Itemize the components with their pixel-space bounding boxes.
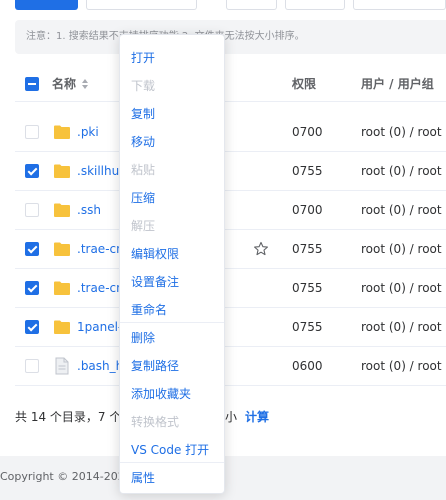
file-name-link[interactable]: .pki: [77, 113, 99, 152]
owner-cell[interactable]: root (0) / root (0): [361, 230, 446, 269]
folder-icon: [54, 281, 70, 295]
toolbar-button-3[interactable]: [285, 0, 345, 10]
file-name-link[interactable]: .trae-cn: [77, 269, 124, 308]
row-checkbox[interactable]: [25, 125, 39, 139]
table-row[interactable]: 1panel- 0755 root (0) / root (0): [15, 308, 446, 347]
column-name-header[interactable]: 名称: [52, 66, 76, 102]
menu-divider: [120, 322, 224, 323]
row-checkbox[interactable]: [25, 203, 39, 217]
table-row[interactable]: .trae-cn 0755 root (0) / root (0): [15, 269, 446, 308]
file-icon: [55, 357, 69, 375]
folder-icon: [54, 203, 70, 217]
context-menu-item[interactable]: 压缩: [120, 184, 224, 212]
folder-icon: [54, 320, 70, 334]
calculate-link[interactable]: 计算: [245, 408, 269, 426]
context-menu-item[interactable]: 添加收藏夹: [120, 380, 224, 408]
row-checkbox[interactable]: [25, 242, 39, 256]
context-menu-item: 解压: [131, 219, 156, 233]
table-row[interactable]: .pki 0700 root (0) / root (0): [15, 113, 446, 152]
copyright-footer: Copyright © 2014-2026: [0, 470, 132, 483]
table-row[interactable]: .bash_h 0600 root (0) / root (0): [15, 347, 446, 386]
menu-divider: [120, 462, 224, 463]
toolbar-button-4[interactable]: [353, 0, 446, 10]
permission-cell[interactable]: 0700: [292, 191, 323, 230]
context-menu-item: 粘贴: [131, 163, 156, 177]
table-header: 名称 权限 用户 / 用户组: [15, 66, 446, 102]
owner-cell[interactable]: root (0) / root (0): [361, 113, 446, 152]
context-menu-item[interactable]: 重命名: [120, 296, 224, 324]
table-row[interactable]: .skillhub0755root (0) / root (0): [15, 152, 446, 191]
column-permission-header: 权限: [292, 77, 317, 91]
context-menu: 打开下载复制 移动粘贴压缩解压编辑权限 设置备注 重命名 删除 复制路径 添加收藏夹转换格式…: [119, 34, 225, 494]
context-menu-item[interactable]: VS Code 打开: [120, 436, 224, 464]
context-menu-item[interactable]: 复制路径: [120, 352, 224, 380]
folder-icon: [54, 242, 70, 256]
favorite-star-icon[interactable]: [253, 241, 269, 257]
row-checkbox[interactable]: [25, 281, 39, 295]
sort-icon[interactable]: [81, 78, 89, 90]
context-menu-item[interactable]: 设置备注: [120, 268, 224, 296]
summary-size: 小: [225, 410, 238, 424]
permission-cell[interactable]: 0700: [292, 113, 323, 152]
select-all-checkbox[interactable]: [25, 77, 39, 91]
owner-cell[interactable]: root (0) / root (0): [361, 191, 446, 230]
context-menu-item[interactable]: 复制: [120, 100, 224, 128]
owner-cell[interactable]: root (0) / root (0): [361, 347, 446, 386]
table-row[interactable]: .trae-cn 0755 root (0) / root (0): [15, 230, 446, 269]
folder-icon: [54, 125, 70, 139]
permission-cell[interactable]: 0755: [292, 269, 323, 308]
summary-count: 共 14 个目录，7 个: [15, 410, 122, 424]
owner-cell[interactable]: root (0) / root (0): [361, 269, 446, 308]
permission-cell[interactable]: 0755: [292, 230, 323, 269]
file-name-link[interactable]: .bash_h: [77, 347, 123, 386]
owner-cell[interactable]: root (0) / root (0): [361, 152, 446, 191]
context-menu-item: 下载: [131, 79, 156, 93]
permission-cell[interactable]: 0600: [292, 347, 323, 386]
table-row[interactable]: .ssh 0700 root (0) / root (0): [15, 191, 446, 230]
row-checkbox[interactable]: [25, 359, 39, 373]
file-name-link[interactable]: .trae-cn: [77, 230, 124, 269]
toolbar-button-1[interactable]: [86, 0, 197, 10]
context-menu-item[interactable]: 移动: [120, 128, 224, 156]
row-checkbox[interactable]: [25, 164, 39, 178]
context-menu-item[interactable]: 删除: [120, 324, 224, 352]
file-name-link[interactable]: 1panel-: [77, 308, 122, 347]
notice-bar: 注意：1. 搜索结果不支持排序功能 2. 文件夹无法按大小排序。: [15, 20, 446, 54]
context-menu-item[interactable]: 打开: [120, 44, 224, 72]
row-checkbox[interactable]: [25, 320, 39, 334]
owner-cell[interactable]: root (0) / root (0): [361, 308, 446, 347]
toolbar-button-2[interactable]: [226, 0, 277, 10]
file-name-link[interactable]: .ssh: [77, 191, 101, 230]
context-menu-item[interactable]: 属性: [120, 464, 224, 492]
folder-icon: [54, 164, 70, 178]
context-menu-item: 转换格式: [131, 415, 180, 429]
column-owner-header: 用户 / 用户组: [361, 77, 434, 91]
context-menu-item[interactable]: 编辑权限: [120, 240, 224, 268]
toolbar-primary-button[interactable]: [15, 0, 78, 10]
permission-cell[interactable]: 0755: [292, 308, 323, 347]
permission-cell[interactable]: 0755: [292, 152, 323, 191]
